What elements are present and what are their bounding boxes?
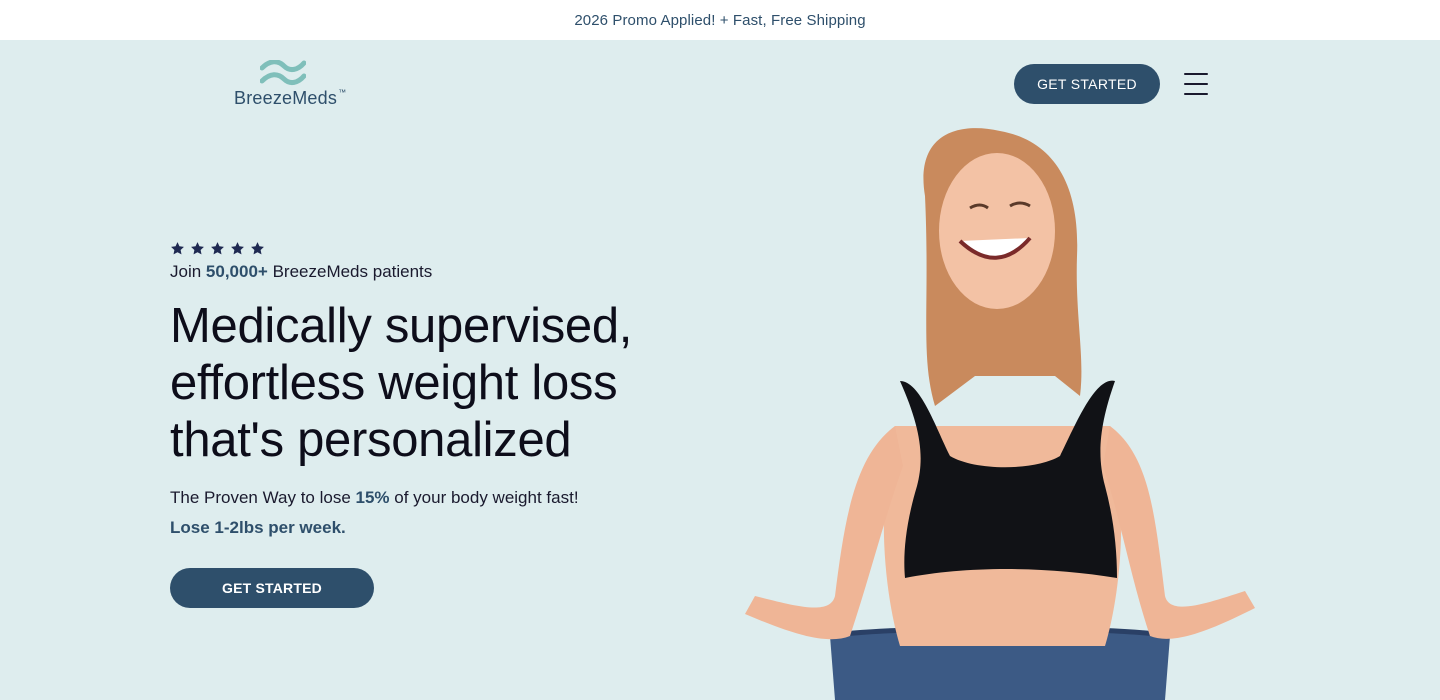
- join-prefix: Join: [170, 262, 206, 281]
- logo-wordmark: BreezeMeds™: [234, 88, 346, 109]
- patient-count: 50,000+: [205, 262, 268, 281]
- star-icon: [191, 241, 204, 254]
- join-suffix: BreezeMeds patients: [267, 262, 433, 281]
- logo-wordmark-text: BreezeMeds: [234, 88, 338, 108]
- woman-photo: [745, 128, 1255, 700]
- hero-headline: Medically supervised, effortless weight …: [170, 299, 633, 467]
- brand-logo[interactable]: BreezeMeds™: [234, 60, 346, 108]
- weekly-loss-text: Lose 1-2lbs per week.: [170, 518, 346, 537]
- waves-logo-icon: [260, 60, 306, 86]
- header-get-started-button[interactable]: GET STARTED: [1014, 64, 1160, 104]
- star-icon: [171, 241, 184, 254]
- hero-copy: Join 50,000+ BreezeMeds patients Medical…: [170, 238, 690, 538]
- star-icon: [251, 241, 264, 254]
- trademark-symbol: ™: [338, 88, 347, 97]
- rating-stars: [170, 238, 690, 258]
- weight-loss-percent: 15%: [355, 488, 390, 507]
- hero-get-started-button[interactable]: GET STARTED: [170, 568, 374, 608]
- hero-subtext: The Proven Way to lose 15% of your body …: [170, 488, 690, 508]
- star-icon: [211, 241, 224, 254]
- hamburger-menu-icon[interactable]: [1182, 70, 1210, 98]
- patient-count-text: Join 50,000+ BreezeMeds patients: [170, 262, 690, 282]
- sub-suffix: of your body weight fast!: [389, 488, 579, 507]
- promo-bar: 2026 Promo Applied! + Fast, Free Shippin…: [0, 0, 1440, 40]
- promo-text: 2026 Promo Applied! + Fast, Free Shippin…: [574, 11, 866, 29]
- star-icon: [231, 241, 244, 254]
- sub-prefix: The Proven Way to lose: [170, 488, 356, 507]
